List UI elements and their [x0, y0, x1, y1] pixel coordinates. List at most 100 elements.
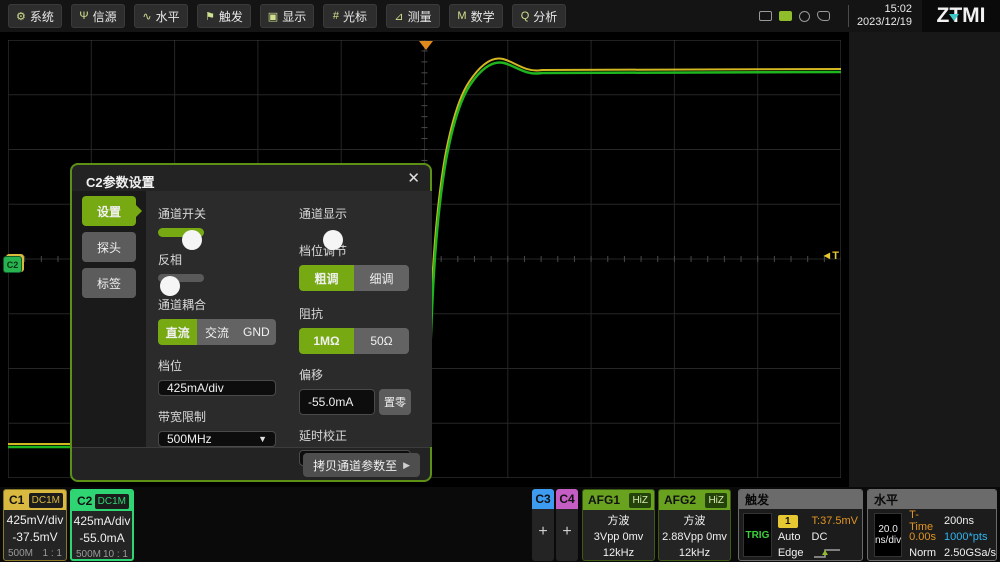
channel-c3-block[interactable]: C3 + — [532, 489, 554, 561]
c4-header: C4 — [556, 489, 578, 509]
bandwidth-value: 500MHz — [167, 432, 212, 446]
tab-label[interactable]: 标签 — [82, 268, 136, 298]
toggle-knob — [323, 230, 343, 250]
c1-coupling-badge: DC1M — [29, 493, 63, 508]
impedance-50-button[interactable]: 50Ω — [354, 328, 409, 354]
display-output-icon[interactable] — [759, 11, 772, 21]
trigger-details: 1 T:37.5mV Auto DC Edge — [778, 513, 858, 561]
channel-switch-toggle[interactable] — [158, 228, 204, 237]
magnifier-icon: Q — [521, 10, 530, 22]
topbar-status-area: 15:02 2023/12/19 ZTMI — [759, 0, 1000, 32]
impedance-label: 阻抗 — [299, 305, 422, 322]
dialog-footer: 拷贝通道参数至 ▶ — [72, 447, 430, 480]
c2-values: 425mA/div -55.0mA — [72, 511, 132, 547]
antenna-icon: Ψ — [79, 10, 88, 22]
afg2-waveform: 方波 — [659, 513, 730, 529]
c2-scale: 425mA/div — [72, 513, 132, 530]
menu-analyze[interactable]: Q 分析 — [512, 4, 566, 28]
dialog-title: C2参数设置 — [86, 172, 155, 191]
afg1-block[interactable]: AFG1 HiZ 方波 3Vpp 0mv 12kHz — [582, 489, 655, 561]
menu-cursor[interactable]: # 光标 — [323, 4, 377, 28]
status-icons — [759, 11, 830, 22]
menu-source[interactable]: Ψ 信源 — [71, 4, 125, 28]
offset-input[interactable]: -55.0mA — [299, 389, 375, 415]
channel-c1-block[interactable]: C1 DC1M 425mV/div -37.5mV 500M 1 : 1 — [3, 489, 67, 561]
clock-time: 15:02 — [857, 3, 912, 16]
network-icon[interactable] — [799, 11, 810, 22]
dialog-content: 通道开关 反相 通道耦合 直流 交流 GND 档位 425mA/div 带宽限制… — [146, 191, 432, 447]
coarse-button[interactable]: 粗调 — [299, 265, 354, 291]
c2-footer: 500M 10 : 1 — [72, 547, 132, 560]
tab-settings[interactable]: 设置 — [82, 196, 136, 226]
ztmi-logo: ZTMI — [922, 0, 1000, 32]
menu-display[interactable]: ▣ 显示 — [260, 4, 314, 28]
t-time-value: 200ns — [944, 515, 996, 527]
menu-horizontal[interactable]: ∿ 水平 — [134, 4, 188, 28]
arrow-right-icon: ▶ — [403, 460, 410, 471]
c2-marker[interactable]: C2 — [3, 256, 22, 273]
gain-adjust-label: 档位调节 — [299, 242, 422, 259]
trig-status-box: TRIG — [743, 513, 772, 557]
display-grid-icon: ▣ — [268, 10, 278, 23]
afg2-values: 方波 2.88Vpp 0mv 12kHz — [659, 510, 730, 561]
touch-icon[interactable] — [817, 11, 830, 21]
channel-c4-block[interactable]: C4 + — [556, 489, 578, 561]
gear-icon: ⚙ — [16, 10, 26, 23]
dialog-left-column: 通道开关 反相 通道耦合 直流 交流 GND 档位 425mA/div 带宽限制… — [158, 199, 281, 447]
afg1-waveform: 方波 — [583, 513, 654, 529]
delay-value: 0.00s — [909, 531, 936, 543]
c1-header: C1 DC1M — [4, 490, 66, 510]
set-zero-button[interactable]: 置零 — [379, 389, 411, 415]
bottom-status-bar: C1 DC1M 425mV/div -37.5mV 500M 1 : 1 C2 … — [0, 487, 1000, 562]
scale-input[interactable]: 425mA/div — [158, 380, 276, 396]
bandwidth-dropdown[interactable]: 500MHz ▼ — [158, 431, 276, 447]
afg2-block[interactable]: AFG2 HiZ 方波 2.88Vpp 0mv 12kHz — [658, 489, 731, 561]
trigger-panel[interactable]: 触发 TRIG 1 T:37.5mV Auto DC Edge — [738, 489, 863, 561]
channel-ground-marker[interactable]: C2 — [3, 256, 25, 274]
menu-analyze-label: 分析 — [533, 8, 557, 25]
logo-text: ZTMI — [937, 4, 986, 28]
coupling-dc-button[interactable]: 直流 — [158, 319, 197, 345]
menu-trigger[interactable]: ⚑ 触发 — [197, 4, 251, 28]
impedance-segmented: 1MΩ 50Ω — [299, 328, 409, 354]
channel-display-label: 通道显示 — [299, 205, 422, 222]
menu-cursor-label: 光标 — [343, 8, 367, 25]
trigger-panel-title: 触发 — [739, 490, 862, 509]
fine-button[interactable]: 细调 — [354, 265, 409, 291]
coupling-label: 通道耦合 — [158, 296, 281, 313]
waveform-icon: ∿ — [142, 10, 151, 23]
coupling-ac-button[interactable]: 交流 — [197, 319, 236, 345]
trigger-level-marker[interactable]: ◄T — [821, 250, 839, 262]
trigger-position-marker[interactable] — [419, 41, 433, 50]
trigger-mode: Auto — [778, 531, 804, 543]
menu-measure[interactable]: ⊿ 测量 — [386, 4, 440, 28]
invert-toggle[interactable] — [158, 274, 204, 283]
horizontal-panel-title: 水平 — [868, 490, 996, 509]
c2-offset: -55.0mA — [72, 530, 132, 547]
t-time-label: T-Time — [909, 509, 936, 533]
dialog-right-column: 通道显示 档位调节 粗调 细调 阻抗 1MΩ 50Ω 偏移 -55.0mA 置零 — [299, 199, 422, 447]
afg2-amplitude: 2.88Vpp 0mv — [659, 529, 730, 545]
copy-channel-params-button[interactable]: 拷贝通道参数至 ▶ — [303, 453, 420, 477]
timebase-box[interactable]: 20.0 ns/div — [874, 513, 902, 557]
impedance-1m-button[interactable]: 1MΩ — [299, 328, 354, 354]
dialog-tab-column: 设置 探头 标签 — [72, 191, 146, 447]
menu-math-label: 数学 — [471, 8, 495, 25]
horizontal-panel[interactable]: 水平 20.0 ns/div T-Time 200ns 0.00s 1000*p… — [867, 489, 997, 561]
scale-label: 档位 — [158, 357, 281, 374]
c4-name: C4 — [559, 492, 574, 506]
usb-storage-icon[interactable] — [779, 11, 792, 21]
coupling-gnd-button[interactable]: GND — [237, 319, 276, 345]
menu-system[interactable]: ⚙ 系统 — [8, 4, 62, 28]
horizontal-details: T-Time 200ns 0.00s 1000*pts Norm 2.50GSa… — [909, 513, 996, 561]
close-icon[interactable]: ✕ — [407, 169, 420, 187]
trigger-source-badge[interactable]: 1 — [778, 515, 798, 528]
channel-c2-block[interactable]: C2 DC1M 425mA/div -55.0mA 500M 10 : 1 — [70, 489, 134, 561]
flag-icon: ⚑ — [205, 10, 215, 23]
sample-rate: 2.50GSa/s — [944, 547, 996, 559]
menu-system-label: 系统 — [30, 8, 54, 25]
menu-math[interactable]: M 数学 — [449, 4, 503, 28]
record-points: 1000*pts — [944, 531, 996, 543]
tab-probe[interactable]: 探头 — [82, 232, 136, 262]
invert-label: 反相 — [158, 251, 281, 268]
